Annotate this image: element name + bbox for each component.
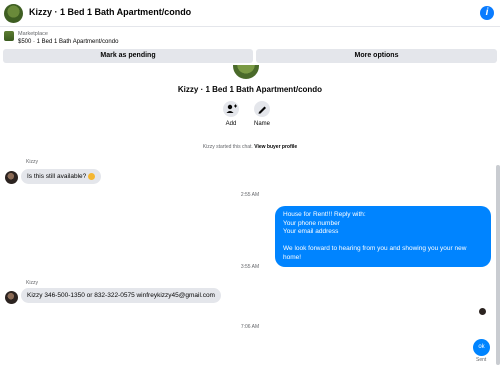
message-text: Is this still available?	[27, 173, 87, 180]
name-action[interactable]: Name	[247, 101, 277, 127]
conversation-title: Kizzy · 1 Bed 1 Bath Apartment/condo	[177, 85, 323, 94]
chat-header: Kizzy · 1 Bed 1 Bath Apartment/condo i	[0, 0, 500, 27]
sent-status: Sent	[476, 357, 487, 363]
info-icon[interactable]: i	[480, 6, 494, 20]
incoming-message[interactable]: Is this still available?	[21, 169, 102, 184]
marketplace-bar: Marketplace $500 · 1 Bed 1 Bath Apartmen…	[0, 27, 500, 65]
smile-emoji-icon	[88, 172, 96, 180]
seen-avatar	[479, 308, 486, 315]
conversation-avatar[interactable]	[233, 65, 259, 79]
message-line: Your phone number	[283, 219, 340, 227]
sender-avatar[interactable]	[5, 291, 18, 304]
header-title[interactable]: Kizzy · 1 Bed 1 Bath Apartment/condo	[29, 7, 191, 17]
add-action[interactable]: Add	[216, 101, 246, 127]
listing-avatar[interactable]	[4, 4, 23, 23]
add-label: Add	[225, 121, 237, 127]
outgoing-message-ok[interactable]: ok	[473, 339, 490, 356]
chat-area[interactable]: Kizzy · 1 Bed 1 Bath Apartment/condo Add…	[0, 65, 500, 367]
started-text: Kizzy started this chat.	[202, 144, 253, 150]
pencil-icon[interactable]	[254, 101, 270, 117]
sender-name: Kizzy	[26, 280, 38, 286]
message-line: House for Rent!!! Reply with:	[283, 211, 366, 218]
message-line: We look forward to hearing from you and …	[283, 245, 467, 261]
timestamp: 2:55 AM	[240, 192, 260, 198]
sender-name: Kizzy	[26, 159, 38, 165]
chat-started-note: Kizzy started this chat. View buyer prof…	[0, 144, 500, 150]
marketplace-label: Marketplace	[18, 31, 48, 37]
sender-avatar[interactable]	[5, 171, 18, 184]
mark-as-pending-button[interactable]: Mark as pending	[3, 49, 253, 63]
listing-price-title[interactable]: $500 · 1 Bed 1 Bath Apartment/condo	[18, 39, 118, 45]
timestamp: 3:55 AM	[240, 264, 260, 270]
scrollbar[interactable]	[496, 165, 500, 365]
outgoing-message[interactable]: House for Rent!!! Reply with: Your phone…	[275, 206, 491, 267]
view-buyer-profile-link[interactable]: View buyer profile	[254, 144, 297, 150]
incoming-message[interactable]: Kizzy 346-500-1350 or 832-322-0575 winfr…	[21, 288, 221, 303]
name-label: Name	[253, 121, 270, 127]
listing-thumbnail[interactable]	[4, 31, 14, 41]
more-options-button[interactable]: More options	[256, 49, 497, 63]
add-person-icon[interactable]	[223, 101, 239, 117]
timestamp: 7:06 AM	[240, 324, 260, 330]
message-line: Your email address	[283, 228, 339, 235]
